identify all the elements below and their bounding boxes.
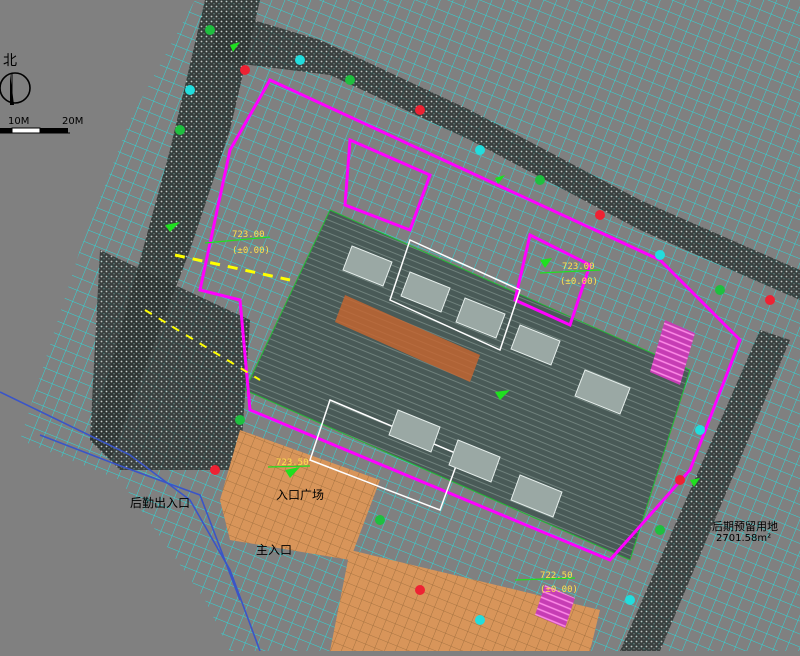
scale-label-10m: 10M: [8, 116, 30, 127]
elevation-1: 723.00: [232, 230, 265, 240]
north-label: 北: [3, 53, 17, 69]
label-main-entrance: 主入口: [256, 543, 293, 557]
elevation-4: 722.50: [540, 571, 573, 581]
elevation-2-rel: (±0.00): [560, 277, 598, 287]
scale-label-20m: 20M: [62, 116, 84, 127]
elevation-4-rel: (±0.00): [540, 585, 578, 595]
site-plan-canvas: 北 10M 20M 后勤出入口 主入口 入口广场 后期预留用地 2701.58m…: [0, 0, 800, 652]
label-entrance-plaza: 入口广场: [276, 488, 325, 502]
elevation-1-rel: (±0.00): [232, 246, 270, 256]
north-arrow-icon: [0, 72, 31, 105]
label-reserved-land: 后期预留用地: [712, 520, 778, 533]
elevation-2: 723.00: [562, 262, 595, 272]
label-rear-exit: 后勤出入口: [130, 496, 191, 510]
label-reserved-area: 2701.58m²: [716, 533, 772, 544]
elevation-3: 723.50: [276, 458, 309, 468]
site-plan-drawing: [0, 0, 800, 652]
scale-bar: [0, 127, 70, 134]
